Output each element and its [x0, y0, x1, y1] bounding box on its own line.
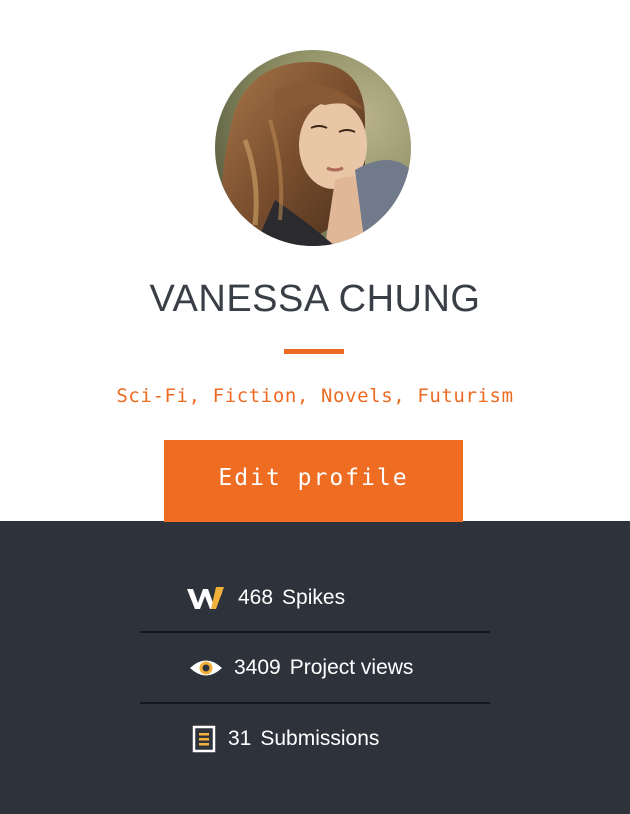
stat-count: 3409: [234, 656, 281, 679]
stat-label: Submissions: [260, 727, 380, 750]
profile-name: VANESSA CHUNG: [149, 278, 481, 320]
spikes-logo-icon: [186, 585, 228, 611]
profile-card: VANESSA CHUNG Sci-Fi, Fiction, Novels, F…: [0, 0, 630, 814]
document-icon: [192, 725, 218, 753]
stat-submissions[interactable]: 31 Submissions: [192, 704, 542, 774]
profile-photo: [215, 50, 411, 246]
accent-divider: [284, 349, 344, 354]
stat-label: Spikes: [282, 586, 346, 609]
stat-count: 31: [228, 727, 252, 750]
edit-profile-button[interactable]: Edit profile: [164, 440, 463, 522]
stat-spikes[interactable]: 468 Spikes: [186, 563, 536, 633]
stat-label: Project views: [289, 656, 414, 679]
stat-project-views[interactable]: 3409 Project views: [188, 633, 538, 703]
avatar[interactable]: [215, 50, 411, 246]
stats-panel: 468 Spikes 3409 Project views 31 Submiss…: [0, 521, 630, 814]
profile-tags: Sci-Fi, Fiction, Novels, Futurism: [116, 385, 514, 407]
stat-count: 468: [238, 586, 274, 609]
eye-icon: [188, 657, 224, 679]
